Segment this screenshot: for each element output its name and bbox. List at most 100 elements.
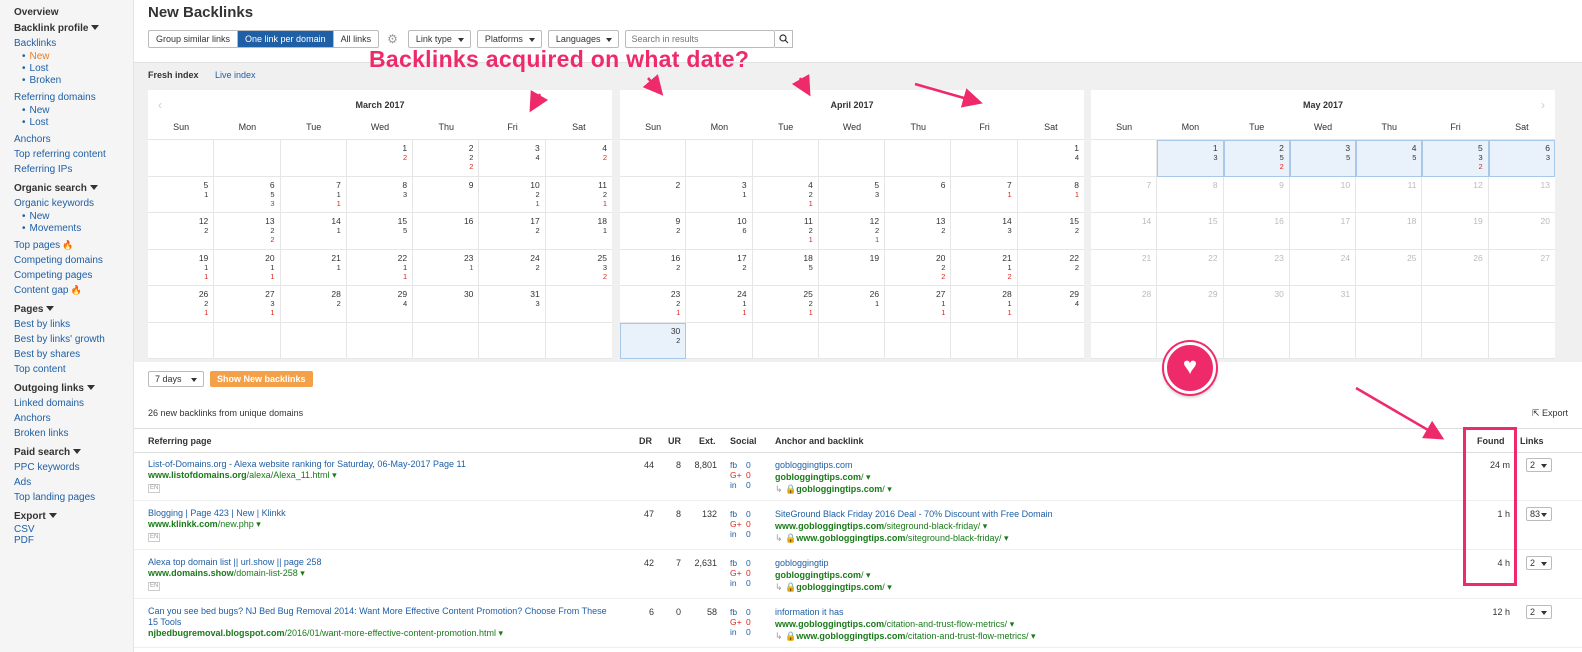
sidebar-organic-keywords-movements[interactable]: Movements [14, 223, 133, 235]
calendar-day[interactable]: 9 [1223, 176, 1290, 213]
calendar-day[interactable]: 19 [818, 249, 886, 286]
sidebar-outgoing-links[interactable]: Outgoing links [14, 381, 133, 396]
calendar-day[interactable]: 19 1 1 [148, 249, 215, 286]
sidebar-export[interactable]: Export [14, 509, 133, 524]
calendar-day[interactable]: 10 6 [686, 213, 753, 250]
referring-page-url[interactable]: www.domains.show/domain-list-258 ▾ [148, 568, 618, 579]
referring-page-title[interactable]: Blogging | Page 423 | New | Klinkk [148, 508, 618, 519]
redirect-url[interactable]: ↳ 🔒gobloggingtips.com/ ▾ [775, 483, 1195, 495]
one-link-per-domain-button[interactable]: One link per domain [238, 31, 334, 47]
calendar-day[interactable]: 2 [620, 176, 687, 213]
sidebar-outgoing-anchors[interactable]: Anchors [14, 411, 133, 426]
calendar-day[interactable]: 34 [479, 140, 546, 177]
calendar-day[interactable]: 29 [1157, 286, 1224, 323]
col-ur[interactable]: UR [668, 436, 681, 446]
calendar-day[interactable]: 19 [1422, 213, 1489, 250]
calendar-day[interactable]: 63 [1488, 140, 1555, 177]
calendar-day[interactable]: 31 3 [479, 286, 546, 323]
calendar-day[interactable]: 7 [1091, 176, 1158, 213]
export-button[interactable]: ⇱ Export [1532, 408, 1568, 419]
calendar-day[interactable]: 30 2 [620, 322, 687, 359]
calendar-day[interactable]: 11 2 1 [752, 213, 819, 250]
sidebar-content-gap[interactable]: Content gap 🔥 [14, 283, 133, 298]
calendar-day[interactable]: 28 2 [280, 286, 347, 323]
calendar-day[interactable]: 18 1 [545, 213, 612, 250]
sidebar-top-landing-pages[interactable]: Top landing pages [14, 490, 133, 505]
calendar-day[interactable]: 29 4 [346, 286, 414, 323]
calendar-day[interactable]: 10 2 1 [479, 176, 546, 213]
calendar-day[interactable]: 42 [545, 140, 612, 177]
calendar-day[interactable]: 14 [1017, 140, 1084, 177]
calendar-day[interactable]: 25 2 1 [752, 286, 819, 323]
sidebar-organic-keywords-new[interactable]: New [14, 211, 133, 223]
calendar-day[interactable]: 13 2 2 [214, 213, 281, 250]
sidebar-paid-search[interactable]: Paid search [14, 445, 133, 460]
links-dropdown[interactable]: 2 [1526, 605, 1552, 619]
sidebar-overview[interactable]: Overview [14, 5, 133, 20]
calendar-day[interactable]: 13 [1157, 140, 1224, 177]
calendar-day[interactable]: 51 [148, 176, 215, 213]
calendar-day[interactable]: 81 [1017, 177, 1084, 213]
calendar-day[interactable]: 12 2 1 [818, 213, 886, 250]
sidebar-backlinks-lost[interactable]: Lost [14, 63, 133, 75]
show-new-backlinks-button[interactable]: Show New backlinks [210, 371, 313, 387]
redirect-url[interactable]: ↳ 🔒www.gobloggingtips.com/siteground-bla… [775, 532, 1195, 544]
links-dropdown[interactable]: 2 [1526, 556, 1552, 570]
sidebar-best-by-links-growth[interactable]: Best by links' growth [14, 332, 133, 347]
sidebar-backlinks[interactable]: Backlinks [14, 36, 133, 51]
calendar-day[interactable]: 24 1 1 [686, 286, 753, 323]
calendar-day[interactable]: 53 [818, 176, 886, 213]
calendar-day[interactable]: 28 [1091, 286, 1158, 323]
calendar-day[interactable]: 11 [1356, 176, 1423, 213]
calendar-day[interactable]: 15 2 [1017, 213, 1084, 250]
calendar-day[interactable]: 8 [1157, 176, 1224, 213]
calendar-day[interactable]: 28 1 1 [951, 286, 1018, 323]
calendar-day[interactable]: 17 [1289, 213, 1357, 250]
calendar-day[interactable]: 20 2 2 [885, 249, 952, 286]
referring-page-url[interactable]: www.klinkk.com/new.php ▾ [148, 519, 618, 530]
search-button[interactable] [775, 30, 794, 48]
calendar-day[interactable]: 252 [1223, 140, 1290, 177]
calendar-day[interactable]: 21 [1091, 249, 1158, 286]
calendar-day[interactable]: 15 5 [346, 213, 414, 250]
calendar-day[interactable]: 22 [1157, 249, 1224, 286]
sidebar-export-pdf[interactable]: PDF [14, 535, 133, 546]
calendar-day[interactable]: 18 [1356, 213, 1423, 250]
col-dr[interactable]: DR [639, 436, 652, 446]
sidebar-pages[interactable]: Pages [14, 302, 133, 317]
calendar-day[interactable]: 16 [413, 213, 480, 250]
referring-page-title[interactable]: Alexa top domain list || url.show || pag… [148, 557, 618, 568]
calendar-day[interactable]: 22 1 1 [346, 249, 414, 286]
calendar-day[interactable]: 17 2 [686, 249, 753, 286]
links-dropdown[interactable]: 2 [1526, 458, 1552, 472]
calendar-day[interactable]: 27 3 1 [214, 286, 281, 323]
col-social[interactable]: Social [730, 436, 757, 446]
sidebar-referring-domains-new[interactable]: New [14, 105, 133, 117]
sidebar-competing-domains[interactable]: Competing domains [14, 253, 133, 268]
sidebar-linked-domains[interactable]: Linked domains [14, 396, 133, 411]
calendar-day[interactable]: 35 [1289, 140, 1357, 177]
calendar-day[interactable]: 13 2 [885, 213, 952, 250]
referring-page-url[interactable]: njbedbugremoval.blogspot.com/2016/01/wan… [148, 628, 618, 639]
links-dropdown[interactable]: 83 [1526, 507, 1552, 521]
backlink-url[interactable]: gobloggingtips.com/ ▾ [775, 471, 1195, 483]
sidebar-best-by-links[interactable]: Best by links [14, 317, 133, 332]
sidebar-top-content[interactable]: Top content [14, 362, 133, 377]
calendar-day[interactable]: 6 [885, 176, 952, 213]
gear-icon[interactable]: ⚙ [387, 32, 398, 46]
sidebar-referring-domains-lost[interactable]: Lost [14, 117, 133, 129]
all-links-button[interactable]: All links [334, 31, 379, 47]
sidebar-referring-domains[interactable]: Referring domains [14, 90, 133, 105]
calendar-day[interactable]: 14 [1091, 213, 1158, 250]
calendar-day[interactable]: 21 1 [280, 249, 347, 286]
sidebar-organic-search[interactable]: Organic search [14, 181, 133, 196]
calendar-day[interactable]: 30 [1223, 286, 1290, 323]
calendar-day[interactable]: 11 2 1 [545, 177, 612, 213]
sidebar-top-pages[interactable]: Top pages 🔥 [14, 238, 133, 253]
calendar-day[interactable]: 20 1 1 [214, 249, 281, 286]
referring-page-title[interactable]: Can you see bed bugs? NJ Bed Bug Removal… [148, 606, 618, 628]
calendar-day[interactable]: 12 2 [148, 213, 215, 250]
calendar-day[interactable]: 83 [346, 176, 414, 213]
calendar-day[interactable]: 15 [1157, 213, 1224, 250]
calendar-day[interactable]: 25 3 2 [545, 250, 612, 286]
